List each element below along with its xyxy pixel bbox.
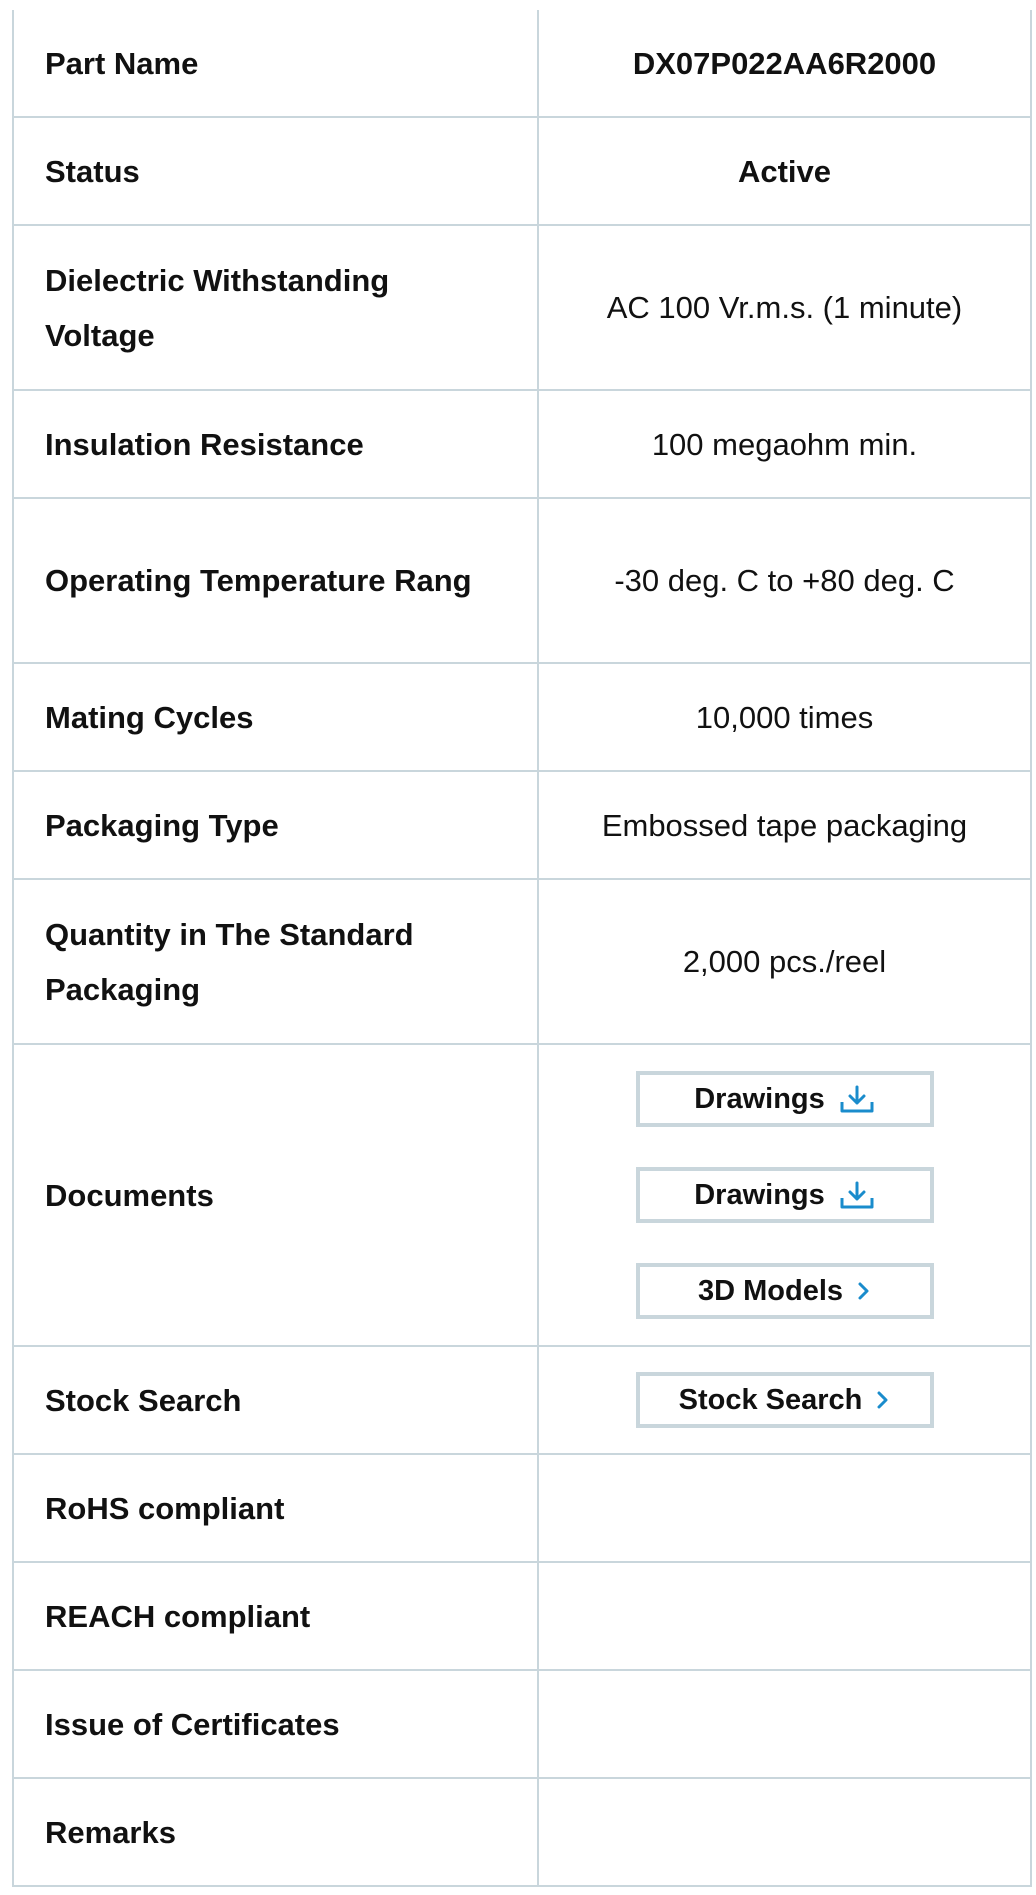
mating-cycles-value: 10,000 times (537, 662, 1032, 772)
reach-value (537, 1561, 1032, 1671)
table-row: Insulation Resistance 100 megaohm min. (12, 389, 1032, 499)
part-name-label: Part Name (12, 10, 539, 118)
chevron-right-icon (876, 1390, 890, 1410)
3d-models-button-label: 3D Models (697, 1274, 844, 1307)
documents-label: Documents (12, 1043, 539, 1347)
stock-search-label: Stock Search (12, 1345, 539, 1455)
download-icon (839, 1084, 875, 1114)
packaging-type-value: Embossed tape packaging (537, 770, 1032, 880)
rohs-value (537, 1453, 1032, 1563)
packaging-type-label: Packaging Type (12, 770, 539, 880)
insulation-label: Insulation Resistance (12, 389, 539, 499)
documents-button-stack: Drawings Drawings 3D Models (539, 1071, 1030, 1319)
spec-table: Part Name DX07P022AA6R2000 Status Active… (12, 10, 1032, 1887)
table-row: Documents Drawings Drawings 3D Models (12, 1043, 1032, 1347)
table-row: Issue of Certificates (12, 1669, 1032, 1779)
download-icon (839, 1180, 875, 1210)
chevron-right-icon (857, 1281, 871, 1301)
stock-search-button-label: Stock Search (678, 1383, 863, 1416)
operating-temp-value: -30 deg. C to +80 deg. C (537, 497, 1032, 664)
status-label: Status (12, 116, 539, 226)
drawings-button-label: Drawings (694, 1178, 825, 1211)
dielectric-value: AC 100 Vr.m.s. (1 minute) (537, 224, 1032, 391)
table-row: Remarks (12, 1777, 1032, 1887)
table-row: Status Active (12, 116, 1032, 226)
dielectric-label: Dielectric Withstanding Voltage (12, 224, 539, 391)
certificates-value (537, 1669, 1032, 1779)
mating-cycles-label: Mating Cycles (12, 662, 539, 772)
quantity-label: Quantity in The Standard Packaging (12, 878, 539, 1045)
table-row: Quantity in The Standard Packaging 2,000… (12, 878, 1032, 1045)
drawings-button[interactable]: Drawings (635, 1167, 934, 1223)
stock-search-button-wrap: Stock Search (539, 1372, 1030, 1428)
table-row: Operating Temperature Rang -30 deg. C to… (12, 497, 1032, 664)
operating-temp-label: Operating Temperature Rang (12, 497, 539, 664)
insulation-value: 100 megaohm min. (537, 389, 1032, 499)
stock-search-cell: Stock Search (537, 1345, 1032, 1455)
table-row: Stock Search Stock Search (12, 1345, 1032, 1455)
rohs-label: RoHS compliant (12, 1453, 539, 1563)
documents-cell: Drawings Drawings 3D Models (537, 1043, 1032, 1347)
table-row: Packaging Type Embossed tape packaging (12, 770, 1032, 880)
table-row: Dielectric Withstanding Voltage AC 100 V… (12, 224, 1032, 391)
table-row: RoHS compliant (12, 1453, 1032, 1563)
stock-search-button[interactable]: Stock Search (635, 1372, 934, 1428)
drawings-button-label: Drawings (694, 1082, 825, 1115)
status-value: Active (537, 116, 1032, 226)
remarks-value (537, 1777, 1032, 1887)
part-name-value: DX07P022AA6R2000 (537, 10, 1032, 118)
reach-label: REACH compliant (12, 1561, 539, 1671)
table-row: Part Name DX07P022AA6R2000 (12, 10, 1032, 118)
table-row: REACH compliant (12, 1561, 1032, 1671)
quantity-value: 2,000 pcs./reel (537, 878, 1032, 1045)
table-row: Mating Cycles 10,000 times (12, 662, 1032, 772)
certificates-label: Issue of Certificates (12, 1669, 539, 1779)
remarks-label: Remarks (12, 1777, 539, 1887)
3d-models-button[interactable]: 3D Models (635, 1263, 934, 1319)
drawings-button[interactable]: Drawings (635, 1071, 934, 1127)
